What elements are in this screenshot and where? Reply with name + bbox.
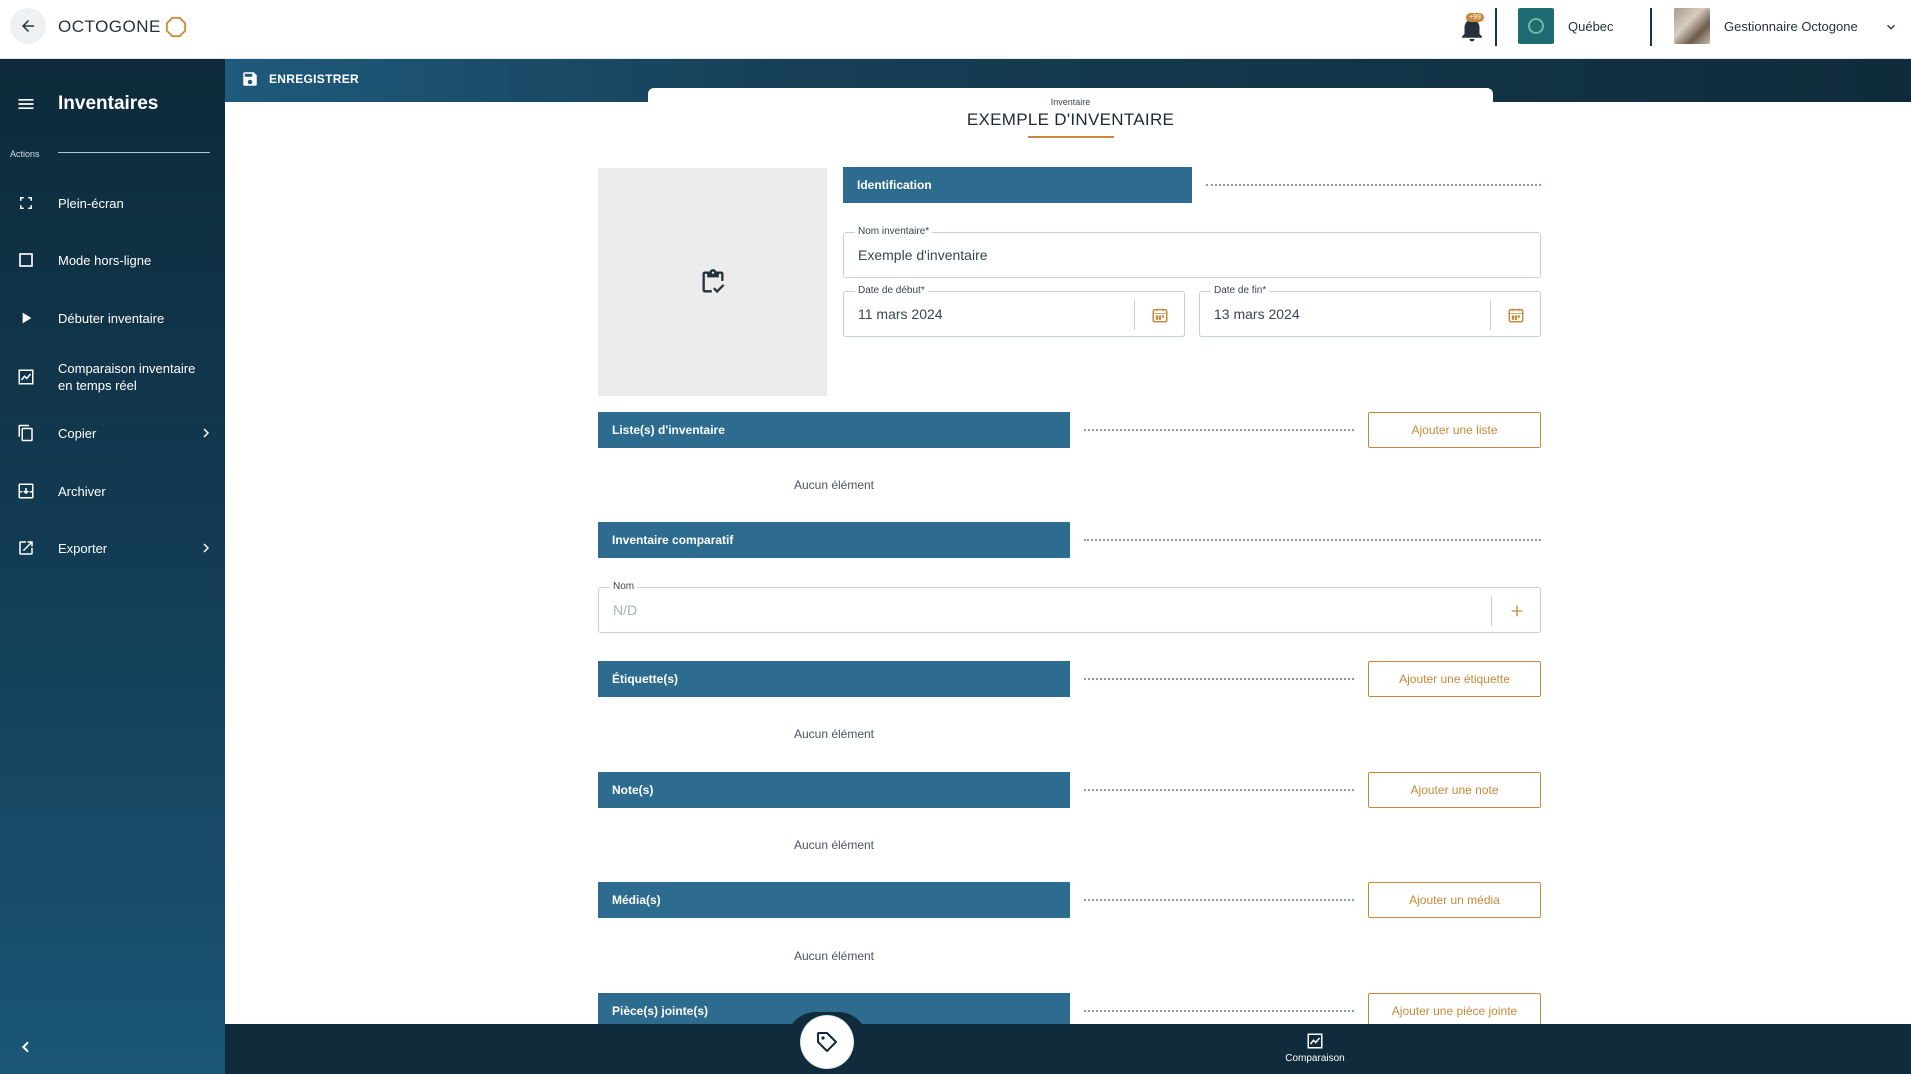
sidebar-title: Inventaires bbox=[58, 93, 159, 114]
divider bbox=[1206, 184, 1541, 186]
notification-count-badge: +99 bbox=[1466, 13, 1484, 22]
tag-icon bbox=[817, 1032, 837, 1052]
sidebar-item-label: Débuter inventaire bbox=[58, 310, 165, 326]
divider bbox=[1084, 678, 1354, 680]
calendar-icon[interactable] bbox=[1150, 305, 1170, 325]
divider bbox=[1490, 300, 1491, 330]
section-header-labels: Étiquette(s) bbox=[598, 661, 1070, 697]
copy-icon bbox=[16, 423, 36, 443]
empty-state: Aucun élément bbox=[793, 478, 875, 492]
divider bbox=[1134, 300, 1135, 330]
start-date-field[interactable]: Date de début* 11 mars 2024 bbox=[843, 285, 1185, 337]
page-title: EXEMPLE D'INVENTAIRE bbox=[966, 110, 1175, 129]
chart-icon bbox=[1307, 1033, 1323, 1049]
sidebar-item-label: Mode hors-ligne bbox=[58, 252, 152, 268]
sidebar: Inventaires Actions Plein-écran Mode hor… bbox=[0, 59, 225, 1074]
chevron-right-icon bbox=[203, 428, 210, 438]
sidebar-item-archive[interactable]: Archiver bbox=[0, 471, 225, 511]
bottom-bar bbox=[225, 1024, 1911, 1074]
inventory-name-field[interactable]: Nom inventaire* Exemple d'inventaire bbox=[843, 226, 1541, 278]
chevron-right-icon bbox=[203, 543, 210, 553]
sidebar-item-label: Archiver bbox=[58, 483, 106, 499]
divider bbox=[1084, 899, 1354, 901]
field-value: 13 mars 2024 bbox=[1214, 306, 1300, 322]
divider bbox=[1084, 429, 1354, 431]
comparative-inventory-field[interactable]: Nom N/D bbox=[598, 581, 1541, 633]
field-label: Nom bbox=[610, 581, 638, 592]
page-title-card: Inventaire EXEMPLE D'INVENTAIRE bbox=[648, 88, 1493, 148]
sidebar-item-label: Exporter bbox=[58, 540, 108, 556]
archive-icon bbox=[16, 481, 36, 501]
organization-name[interactable]: Québec bbox=[1568, 19, 1614, 34]
checkbox-icon bbox=[16, 250, 36, 270]
comparison-label: Comparaison bbox=[1285, 1053, 1345, 1064]
chevron-down-icon[interactable] bbox=[1884, 20, 1898, 34]
save-button[interactable]: ENREGISTRER bbox=[241, 70, 359, 88]
section-header-media: Média(s) bbox=[598, 882, 1070, 918]
page-subtitle: Inventaire bbox=[1050, 97, 1091, 107]
field-value: 11 mars 2024 bbox=[858, 306, 943, 322]
title-underline bbox=[1028, 136, 1114, 138]
section-header-identification: Identification bbox=[843, 167, 1192, 203]
empty-state: Aucun élément bbox=[793, 727, 875, 741]
add-media-button[interactable]: Ajouter un média bbox=[1368, 882, 1541, 918]
sidebar-header: Inventaires bbox=[16, 93, 158, 115]
divider bbox=[1084, 789, 1354, 791]
divider bbox=[1650, 8, 1652, 46]
sidebar-item-start-inventory[interactable]: Débuter inventaire bbox=[0, 298, 225, 338]
sidebar-item-realtime-comparison[interactable]: Comparaison inventaire en temps réel bbox=[0, 355, 225, 399]
tag-fab-button[interactable] bbox=[801, 1016, 853, 1068]
section-header-comparative: Inventaire comparatif bbox=[598, 522, 1070, 558]
save-button-label: ENREGISTRER bbox=[269, 72, 359, 86]
app-logo[interactable]: OCTOGONE bbox=[58, 16, 187, 38]
end-date-field[interactable]: Date de fin* 13 mars 2024 bbox=[1199, 285, 1541, 337]
fullscreen-icon bbox=[16, 193, 36, 213]
sidebar-section-label: Actions bbox=[10, 149, 40, 159]
field-placeholder: N/D bbox=[613, 602, 638, 618]
add-label-button[interactable]: Ajouter une étiquette bbox=[1368, 661, 1541, 697]
calendar-icon[interactable] bbox=[1506, 305, 1526, 325]
field-value: Exemple d'inventaire bbox=[858, 247, 988, 263]
sidebar-item-label: Comparaison inventaire en temps réel bbox=[58, 361, 196, 393]
top-bar: OCTOGONE +99 Québec Gestionnaire Octogon… bbox=[0, 0, 1911, 59]
sidebar-item-copy[interactable]: Copier bbox=[0, 413, 225, 453]
divider bbox=[1084, 539, 1541, 541]
divider bbox=[1491, 596, 1492, 626]
user-name[interactable]: Gestionnaire Octogone bbox=[1724, 19, 1858, 34]
sidebar-item-offline-mode[interactable]: Mode hors-ligne bbox=[0, 240, 225, 280]
brand-name: OCTOGONE bbox=[58, 17, 161, 36]
plus-icon[interactable] bbox=[1507, 601, 1527, 621]
divider bbox=[1084, 1010, 1354, 1012]
add-note-button[interactable]: Ajouter une note bbox=[1368, 772, 1541, 808]
sidebar-item-fullscreen[interactable]: Plein-écran bbox=[0, 183, 225, 223]
section-header-lists: Liste(s) d'inventaire bbox=[598, 412, 1070, 448]
play-icon bbox=[16, 308, 36, 328]
octagon-logo-icon bbox=[165, 16, 186, 38]
export-icon bbox=[16, 538, 36, 558]
section-header-notes: Note(s) bbox=[598, 772, 1070, 808]
add-list-button[interactable]: Ajouter une liste bbox=[1368, 412, 1541, 448]
clipboard-check-icon bbox=[702, 269, 724, 294]
avatar[interactable] bbox=[1674, 8, 1710, 44]
organization-logo[interactable] bbox=[1518, 8, 1554, 44]
sidebar-item-export[interactable]: Exporter bbox=[0, 528, 225, 568]
inventory-image-placeholder[interactable] bbox=[598, 168, 827, 396]
comparison-button[interactable]: Comparaison bbox=[1280, 1032, 1350, 1064]
field-label: Nom inventaire* bbox=[855, 226, 933, 237]
divider bbox=[1495, 8, 1497, 46]
collapse-sidebar-icon[interactable] bbox=[18, 1039, 34, 1055]
sidebar-item-label: Plein-écran bbox=[58, 195, 124, 211]
field-label: Date de fin* bbox=[1211, 285, 1270, 296]
sidebar-item-label: Copier bbox=[58, 425, 97, 441]
chart-icon bbox=[16, 367, 36, 387]
arrow-left-icon bbox=[22, 20, 34, 32]
save-icon bbox=[243, 72, 257, 86]
empty-state: Aucun élément bbox=[793, 838, 875, 852]
menu-icon[interactable] bbox=[16, 94, 36, 114]
back-button[interactable] bbox=[10, 8, 46, 44]
divider bbox=[58, 152, 210, 153]
empty-state: Aucun élément bbox=[793, 949, 875, 963]
field-label: Date de début* bbox=[855, 285, 928, 296]
